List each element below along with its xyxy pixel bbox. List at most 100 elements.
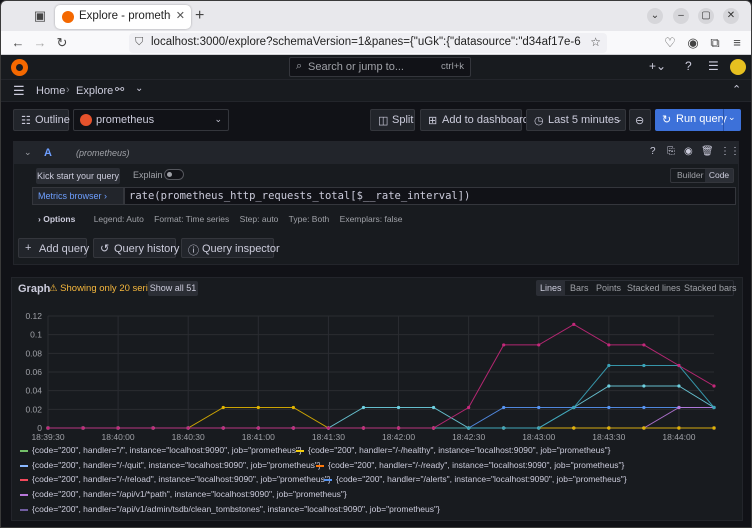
series-line[interactable] [48, 407, 714, 429]
data-point[interactable] [642, 343, 646, 347]
url-text[interactable]: localhost:3000/explore?schemaVersion=1&p… [151, 36, 581, 48]
data-point[interactable] [361, 405, 366, 410]
data-point[interactable] [607, 405, 611, 410]
back-icon[interactable]: ← [9, 34, 27, 52]
data-point[interactable] [326, 426, 331, 430]
pocket-icon[interactable]: ♡ [661, 34, 679, 52]
data-point[interactable] [431, 405, 436, 410]
data-point[interactable] [81, 426, 85, 430]
mode-builder[interactable]: Builder [677, 170, 703, 180]
data-point[interactable] [677, 363, 681, 368]
data-point[interactable] [467, 405, 471, 410]
reload-icon[interactable]: ↻ [53, 34, 71, 52]
data-point[interactable] [607, 363, 611, 368]
data-point[interactable] [396, 405, 401, 410]
add-to-dashboard-button[interactable]: ⊞ Add to dashboard [420, 109, 529, 131]
duplicate-icon[interactable]: ⎘ [667, 146, 675, 157]
forward-icon[interactable]: → [31, 34, 49, 52]
data-point[interactable] [221, 405, 225, 410]
query-options[interactable]: › Options Legend: Auto Format: Time seri… [38, 214, 411, 224]
mode-stacked-lines[interactable]: Stacked lines [627, 283, 681, 293]
data-point[interactable] [642, 405, 646, 410]
address-bar[interactable]: ⛉ localhost:3000/explore?schemaVersion=1… [129, 33, 607, 53]
data-point[interactable] [677, 405, 681, 410]
series-line[interactable] [48, 365, 715, 429]
chevron-down-icon[interactable]: ⌄ [728, 112, 736, 123]
data-point[interactable] [46, 426, 50, 430]
help-icon[interactable]: ? [685, 59, 692, 73]
eye-icon[interactable]: ◉ [684, 146, 693, 157]
legend-item[interactable]: {code="200", handler="/-/reload", instan… [20, 474, 331, 484]
data-point[interactable] [502, 343, 506, 347]
share-icon[interactable]: ⚯ [115, 83, 124, 96]
explain-toggle[interactable] [164, 169, 184, 180]
legend-item[interactable]: {code="200", handler="/-/ready", instanc… [316, 460, 624, 470]
mode-stacked-bars[interactable]: Stacked bars [684, 283, 737, 293]
query-history-button[interactable]: ↺ Query history [93, 238, 179, 258]
data-point[interactable] [607, 384, 611, 388]
data-point[interactable] [607, 343, 611, 347]
outline-button[interactable]: ☷ Outline [13, 109, 70, 131]
data-point[interactable] [396, 426, 401, 430]
grafana-logo-icon[interactable] [11, 59, 28, 76]
metrics-browser-button[interactable]: Metrics browser › [32, 187, 124, 205]
add-query-button[interactable]: + Add query [18, 238, 89, 258]
query-inspector-button[interactable]: ⓘ Query inspector [181, 238, 280, 258]
legend-item[interactable]: {code="200", handler="/-/healthy", insta… [296, 445, 610, 455]
news-rss-icon[interactable]: ☰ [708, 59, 719, 73]
data-point[interactable] [221, 426, 225, 430]
data-point[interactable] [256, 426, 260, 430]
data-point[interactable] [467, 426, 471, 430]
data-point[interactable] [712, 384, 716, 388]
legend-item[interactable]: {code="200", handler="/", instance="loca… [20, 445, 302, 455]
split-button[interactable]: ◫ Split [370, 109, 415, 131]
close-window-icon[interactable]: ✕ [723, 8, 739, 24]
maximize-icon[interactable]: ▢ [698, 8, 714, 24]
hamburger-menu-icon[interactable]: ☰ [13, 83, 25, 99]
extensions-icon[interactable]: ⧉ [706, 34, 724, 52]
browser-menu-icon[interactable]: ≡ [728, 34, 746, 52]
data-point[interactable] [537, 405, 541, 410]
trash-icon[interactable]: 🗑 [701, 146, 714, 157]
data-point[interactable] [677, 426, 681, 430]
search-input[interactable]: ⌕ Search or jump to... ctrl+k [289, 57, 471, 77]
query-ref-id[interactable]: A [44, 147, 52, 159]
data-point[interactable] [361, 426, 366, 430]
browser-tab[interactable]: Explore - prometheus - G ✕ [55, 5, 191, 29]
data-point[interactable] [642, 426, 646, 430]
run-query-button[interactable]: ↻ Run query ⌄ [655, 109, 741, 131]
bookmark-star-icon[interactable]: ☆ [590, 35, 601, 49]
chevron-down-icon[interactable]: ⌄ [135, 83, 143, 94]
kick-start-button[interactable]: Kick start your query [36, 168, 120, 184]
data-point[interactable] [431, 426, 436, 430]
mode-points[interactable]: Points [596, 283, 621, 293]
close-tab-icon[interactable]: ✕ [176, 9, 185, 22]
data-point[interactable] [537, 343, 541, 347]
avatar[interactable] [730, 59, 746, 75]
data-point[interactable] [502, 405, 506, 410]
new-plus-icon[interactable]: +⌄ [649, 59, 666, 73]
data-point[interactable] [642, 384, 646, 388]
mode-code[interactable]: Code [705, 169, 733, 182]
series-line[interactable] [48, 407, 714, 429]
data-point[interactable] [572, 322, 576, 326]
collapse-chevron-icon[interactable]: ⌄ [24, 147, 32, 158]
series-line[interactable] [48, 407, 714, 429]
data-point[interactable] [291, 405, 295, 410]
datasource-picker[interactable]: prometheus ⌄ [73, 109, 229, 131]
data-point[interactable] [186, 426, 190, 430]
chevron-down-icon[interactable]: ⌄ [647, 8, 663, 24]
mode-bars[interactable]: Bars [570, 283, 589, 293]
new-tab-icon[interactable]: + [195, 7, 204, 25]
options-toggle[interactable]: › Options [38, 214, 83, 224]
minimize-icon[interactable]: – [673, 8, 689, 24]
data-point[interactable] [712, 405, 716, 410]
legend-item[interactable]: {code="200", handler="/api/v1/*path", in… [20, 489, 347, 499]
data-point[interactable] [116, 426, 120, 430]
time-series-chart[interactable]: 00.020.040.060.080.10.1218:39:30 18:40:00… [12, 302, 742, 452]
series-line[interactable] [48, 323, 715, 429]
data-point[interactable] [502, 426, 506, 430]
breadcrumb-home[interactable]: Home [36, 85, 65, 97]
tab-overview-icon[interactable]: ▣ [31, 7, 49, 25]
data-point[interactable] [572, 426, 576, 430]
